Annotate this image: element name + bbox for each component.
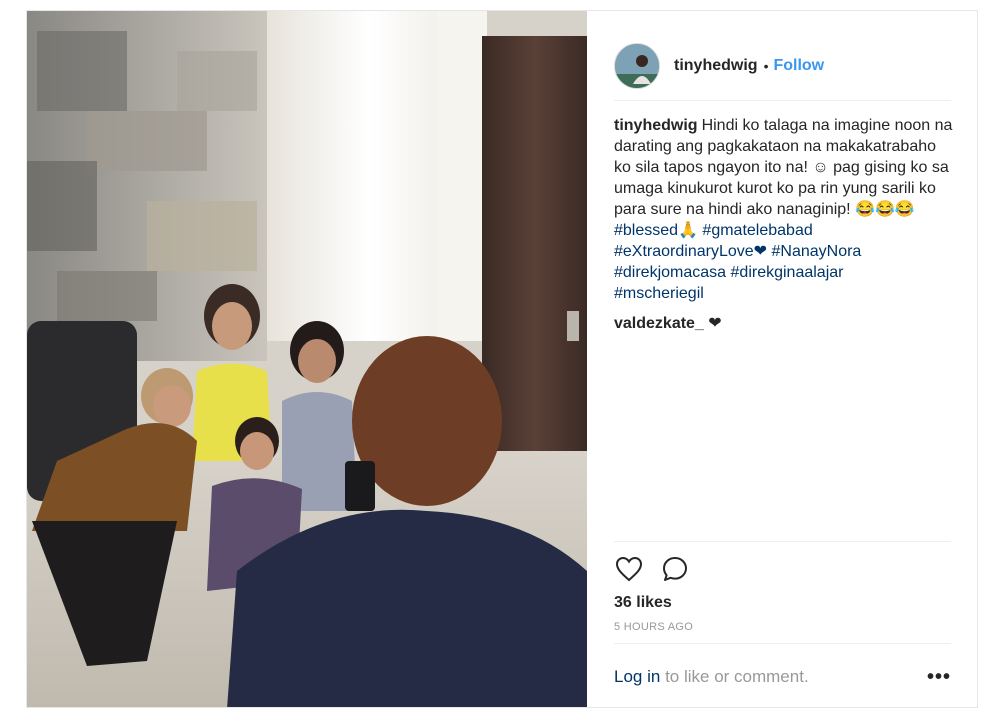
follow-button[interactable]: Follow (773, 57, 824, 75)
post-timestamp: 5 HOURS AGO (614, 621, 694, 633)
comment-item: valdezkate_ ❤ (614, 313, 954, 334)
avatar-image (615, 43, 659, 88)
hashtag-mscheriegil[interactable]: #mscheriegil (614, 285, 704, 302)
caption: tinyhedwig Hindi ko talaga na imagine noo… (614, 115, 954, 304)
header-username[interactable]: tinyhedwig (674, 57, 758, 75)
post-photo[interactable] (27, 11, 587, 707)
hashtag-direkjomacasa[interactable]: #direkjomacasa (614, 264, 726, 281)
hashtag-extraordinarylove[interactable]: #eXtraordinaryLove❤ (614, 243, 767, 260)
caption-username[interactable]: tinyhedwig (614, 117, 698, 134)
login-link[interactable]: Log in (614, 667, 660, 686)
likes-count[interactable]: 36 likes (614, 594, 951, 612)
instagram-post: tinyhedwig • Follow tinyhedwig Hindi ko t… (26, 10, 978, 708)
hashtag-blessed[interactable]: #blessed🙏 (614, 222, 698, 239)
login-prompt: Log in to like or comment. ••• (614, 643, 951, 707)
header-separator: • (763, 57, 769, 74)
comment-icon[interactable] (660, 554, 690, 584)
hashtag-nanaynora[interactable]: #NanayNora (772, 243, 862, 260)
avatar[interactable] (614, 42, 660, 89)
action-icons (614, 554, 951, 584)
login-rest-text: to like or comment. (665, 666, 809, 686)
login-prompt-text: Log in to like or comment. (614, 667, 809, 687)
heart-icon[interactable] (614, 554, 644, 584)
post-side-panel: tinyhedwig • Follow tinyhedwig Hindi ko t… (587, 11, 977, 707)
hashtag-gmatelebabad[interactable]: #gmatelebabad (702, 222, 812, 239)
post-photo-image (27, 11, 587, 707)
comments-list: tinyhedwig Hindi ko talaga na imagine noo… (614, 115, 954, 334)
caption-hashtags: #blessed🙏 #gmatelebabad #eXtraordinaryLo… (614, 220, 954, 304)
post-actions: 36 likes 5 HOURS AGO (614, 541, 951, 633)
comment-username[interactable]: valdezkate_ (614, 315, 704, 332)
post-header: tinyhedwig • Follow (614, 31, 951, 101)
hashtag-direkginaalajar[interactable]: #direkginaalajar (731, 264, 844, 281)
comment-text: ❤ (708, 315, 722, 332)
more-options-icon[interactable]: ••• (927, 667, 951, 687)
